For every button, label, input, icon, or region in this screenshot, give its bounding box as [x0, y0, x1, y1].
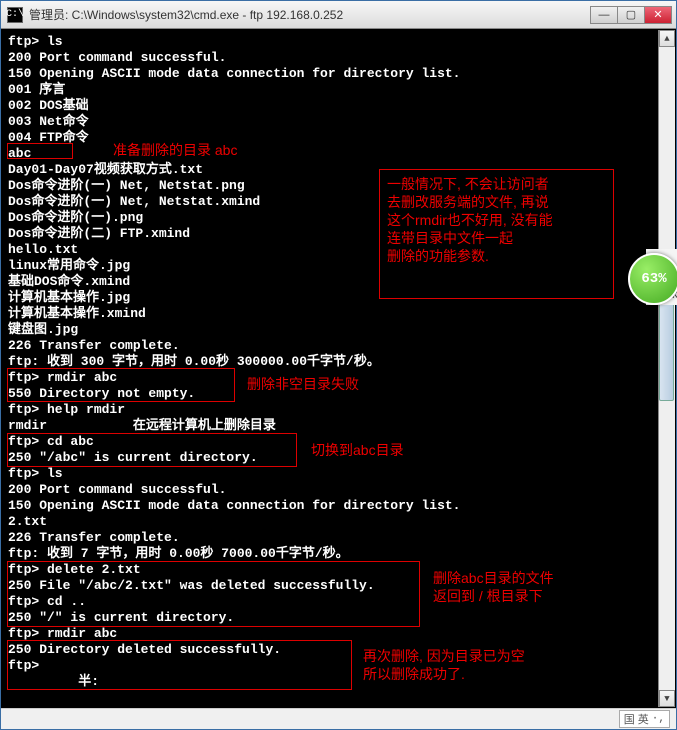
- badge-percent: 63%: [641, 271, 666, 287]
- terminal-line: 150 Opening ASCII mode data connection f…: [8, 66, 652, 82]
- terminal-line: 计算机基本操作.jpg: [8, 290, 652, 306]
- terminal-line: ftp> help rmdir: [8, 402, 652, 418]
- annot-rmdir-fail: 删除非空目录失败: [247, 375, 359, 393]
- terminal-line: 001 序言: [8, 82, 652, 98]
- titlebar[interactable]: C:\ 管理员: C:\Windows\system32\cmd.exe - f…: [1, 1, 676, 29]
- annot-cd-abc: 切换到abc目录: [311, 441, 404, 459]
- scroll-up-button[interactable]: ▲: [659, 30, 675, 47]
- terminal-line: 200 Port command successful.: [8, 50, 652, 66]
- maximize-button[interactable]: ▢: [617, 6, 645, 24]
- terminal-line: hello.txt: [8, 242, 652, 258]
- terminal-line: 半:: [8, 674, 652, 690]
- terminal-line: 004 FTP命令: [8, 130, 652, 146]
- annot-general-note: 一般情况下, 不会让访问者 去删改服务端的文件, 再说 这个rmdir也不好用,…: [387, 175, 553, 265]
- terminal-line: abc: [8, 146, 652, 162]
- terminal-line: 键盘图.jpg: [8, 322, 652, 338]
- terminal-line: 2.txt: [8, 514, 652, 530]
- terminal-line: 226 Transfer complete.: [8, 530, 652, 546]
- terminal-output[interactable]: ftp> ls200 Port command successful.150 O…: [2, 30, 658, 707]
- terminal-line: 计算机基本操作.xmind: [8, 306, 652, 322]
- terminal-line: 150 Opening ASCII mode data connection f…: [8, 498, 652, 514]
- terminal-line: rmdir 在远程计算机上删除目录: [8, 418, 652, 434]
- terminal-line: 200 Port command successful.: [8, 482, 652, 498]
- window-title: 管理员: C:\Windows\system32\cmd.exe - ftp 1…: [29, 6, 591, 23]
- terminal-line: Dos命令进阶(二) FTP.xmind: [8, 226, 652, 242]
- close-button[interactable]: ✕: [644, 6, 672, 24]
- terminal-line: Day01-Day07视频获取方式.txt: [8, 162, 652, 178]
- ime-lang: 英: [638, 711, 649, 727]
- terminal-line: ftp> delete 2.txt: [8, 562, 652, 578]
- terminal-line: Dos命令进阶(一).png: [8, 210, 652, 226]
- terminal-line: 003 Net命令: [8, 114, 652, 130]
- terminal-line: 002 DOS基础: [8, 98, 652, 114]
- terminal-line: ftp> rmdir abc: [8, 626, 652, 642]
- scrollbar[interactable]: ▲ ▼: [658, 30, 675, 707]
- terminal-line: ftp: 收到 300 字节，用时 0.00秒 300000.00千字节/秒。: [8, 354, 652, 370]
- cmd-icon: C:\: [7, 7, 23, 23]
- scroll-thumb[interactable]: [659, 301, 674, 401]
- minimize-button[interactable]: —: [590, 6, 618, 24]
- terminal-line: ftp> ls: [8, 34, 652, 50]
- ime-flag: 国: [624, 711, 635, 727]
- terminal-line: ftp> cd ..: [8, 594, 652, 610]
- statusbar: 国 英 ·,: [1, 708, 676, 729]
- ime-indicator[interactable]: 国 英 ·,: [619, 710, 670, 728]
- window-buttons: — ▢ ✕: [591, 6, 672, 24]
- terminal-line: 226 Transfer complete.: [8, 338, 652, 354]
- terminal-line: ftp> ls: [8, 466, 652, 482]
- terminal-line: 250 Directory deleted successfully.: [8, 642, 652, 658]
- cmd-window: C:\ 管理员: C:\Windows\system32\cmd.exe - f…: [0, 0, 677, 730]
- ime-punct: ·,: [652, 713, 665, 725]
- annot-delete-file: 删除abc目录的文件 返回到 / 根目录下: [433, 569, 554, 605]
- terminal-line: linux常用命令.jpg: [8, 258, 652, 274]
- terminal-line: Dos命令进阶(一) Net, Netstat.xmind: [8, 194, 652, 210]
- terminal-line: 基础DOS命令.xmind: [8, 274, 652, 290]
- network-badge[interactable]: 63%: [628, 253, 677, 305]
- scroll-down-button[interactable]: ▼: [659, 690, 675, 707]
- terminal-line: 250 File "/abc/2.txt" was deleted succes…: [8, 578, 652, 594]
- annot-prepare-delete: 准备删除的目录 abc: [113, 141, 237, 159]
- terminal-line: ftp>: [8, 658, 652, 674]
- annot-rmdir-ok: 再次删除, 因为目录已为空 所以删除成功了.: [363, 647, 525, 683]
- terminal-line: ftp: 收到 7 字节，用时 0.00秒 7000.00千字节/秒。: [8, 546, 652, 562]
- terminal-line: 250 "/" is current directory.: [8, 610, 652, 626]
- terminal-line: Dos命令进阶(一) Net, Netstat.png: [8, 178, 652, 194]
